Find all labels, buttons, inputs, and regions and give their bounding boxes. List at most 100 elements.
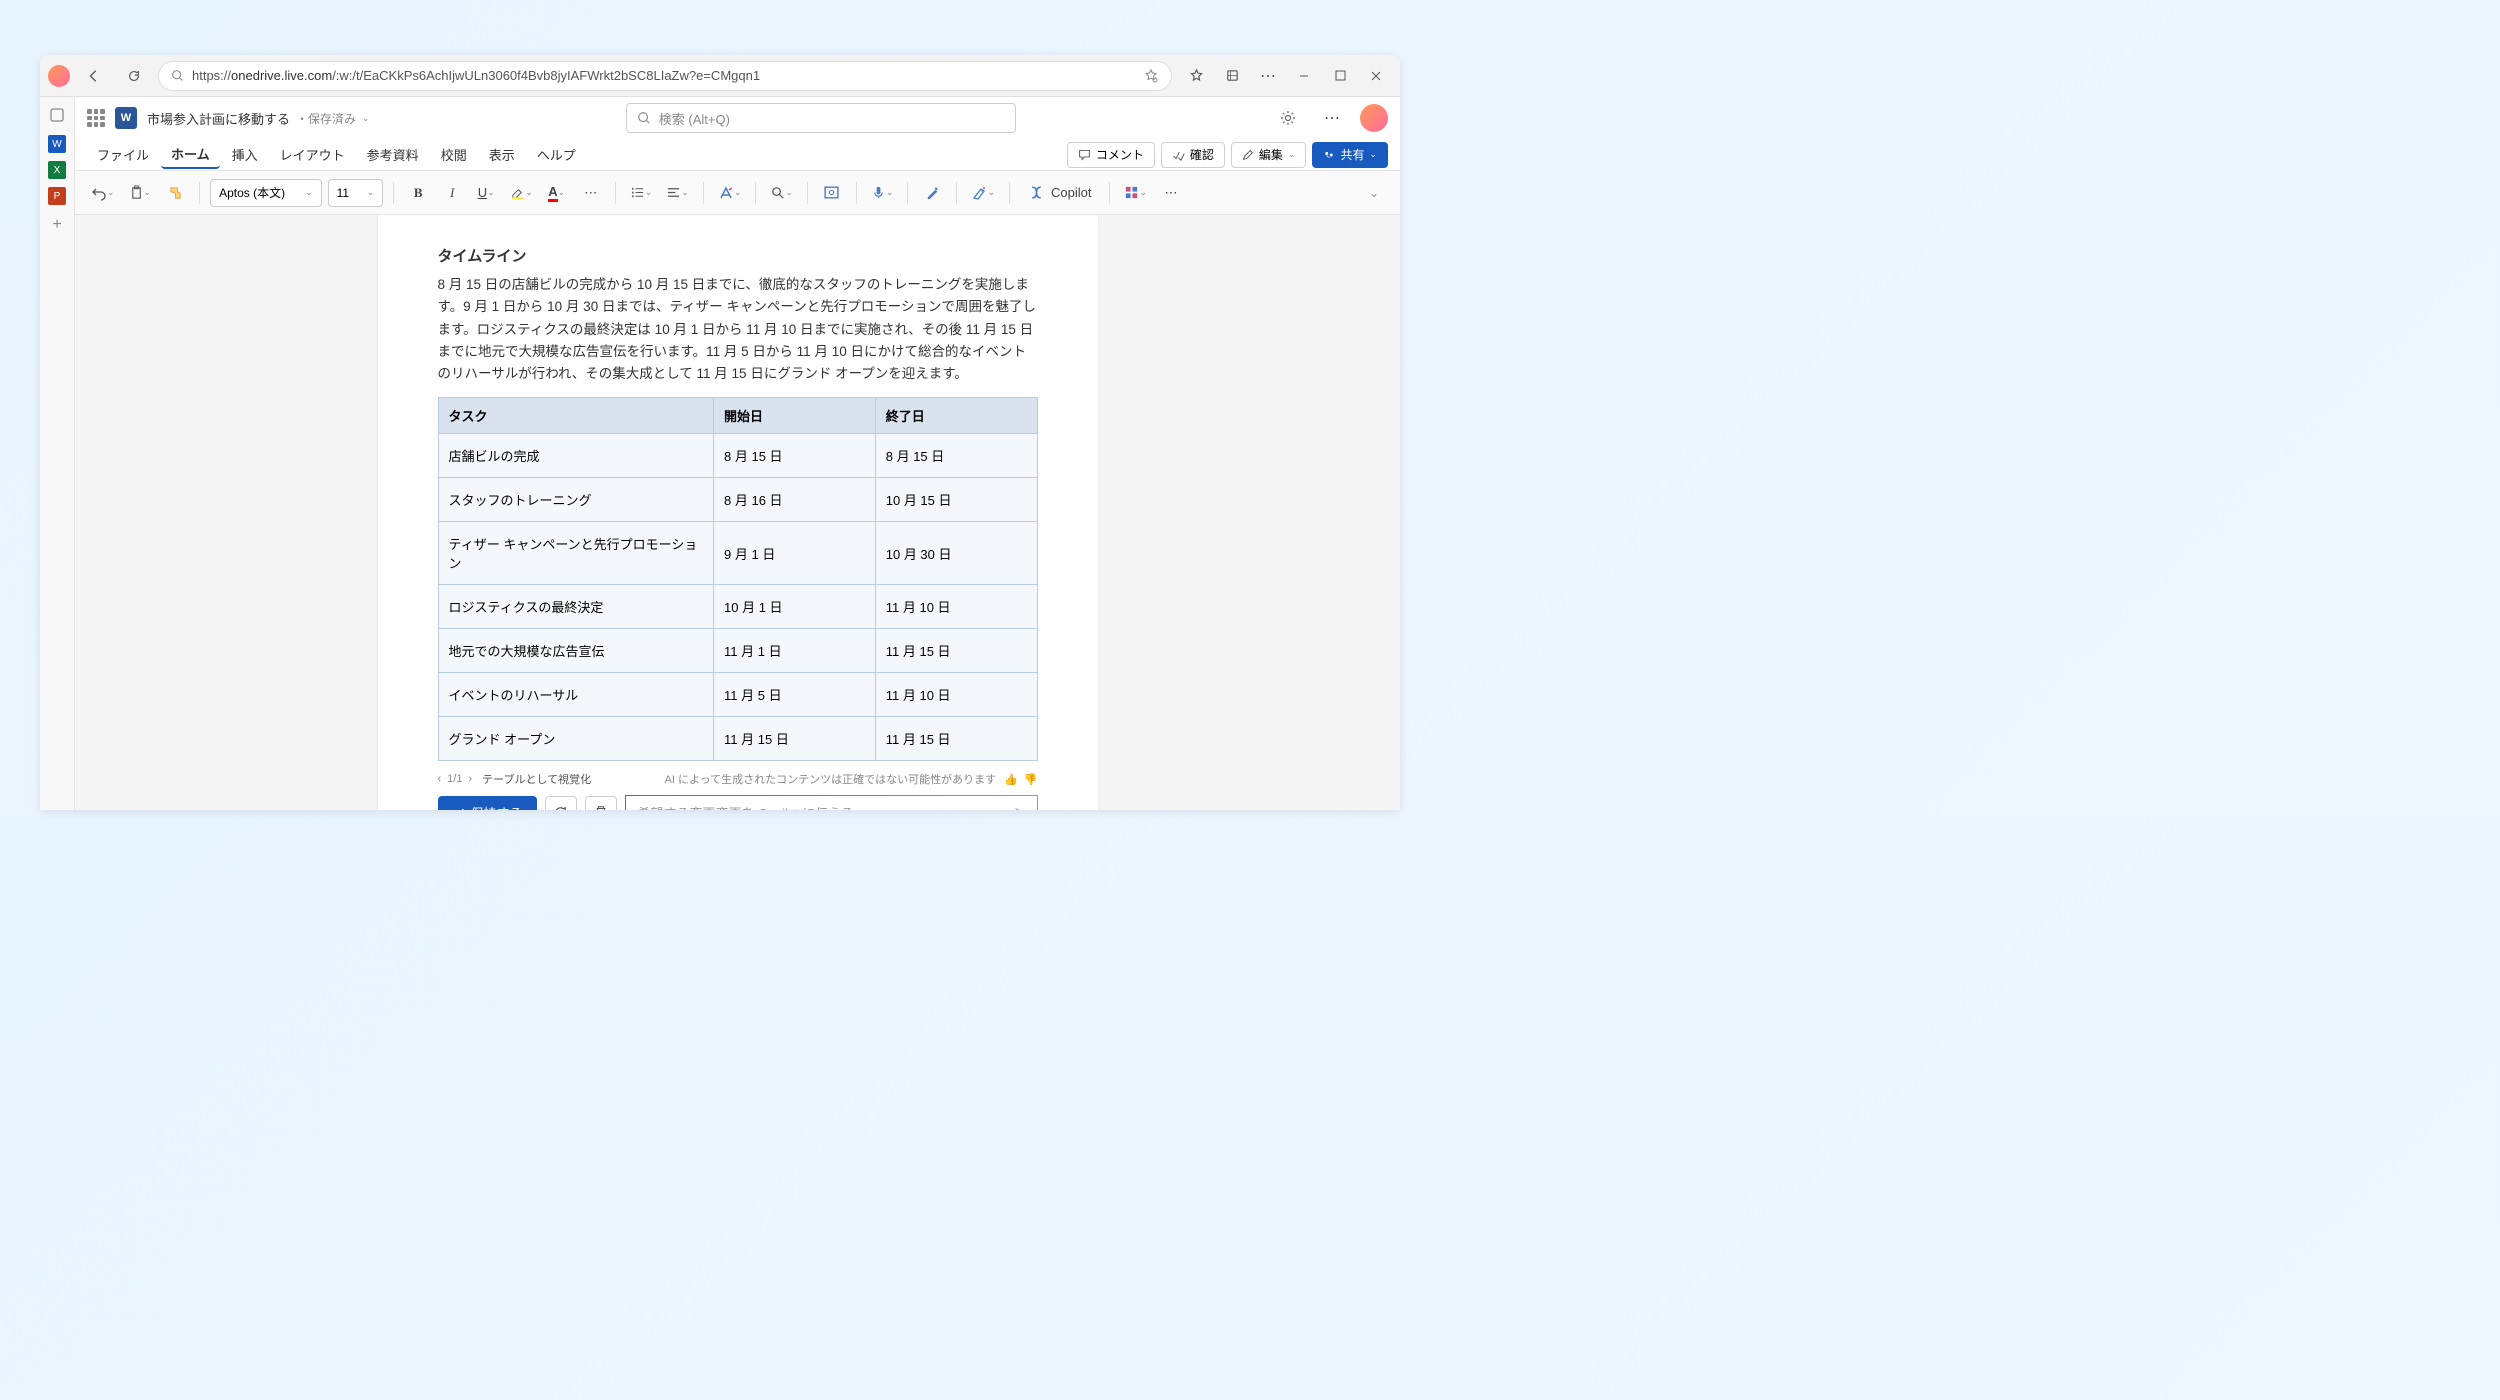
document-title[interactable]: 市場参入計画に移動する ・保存済み ⌄ bbox=[147, 109, 370, 128]
close-button[interactable] bbox=[1360, 60, 1392, 92]
undo-button[interactable]: ⌄ bbox=[87, 179, 119, 207]
settings-icon[interactable] bbox=[1272, 102, 1304, 134]
tab-view[interactable]: 表示 bbox=[479, 141, 525, 168]
table-header-start: 開始日 bbox=[714, 398, 876, 434]
table-cell: 11 月 5 日 bbox=[714, 673, 876, 717]
share-button[interactable]: 共有⌄ bbox=[1312, 142, 1388, 168]
rail-powerpoint-icon[interactable]: P bbox=[48, 187, 66, 205]
collections-icon[interactable] bbox=[1216, 60, 1248, 92]
edit-button[interactable]: 編集⌄ bbox=[1231, 142, 1307, 168]
back-button[interactable] bbox=[78, 60, 110, 92]
regenerate-button[interactable] bbox=[545, 796, 577, 810]
profile-avatar[interactable] bbox=[48, 65, 70, 87]
document-canvas[interactable]: タイムライン 8 月 15 日の店舗ビルの完成から 10 月 15 日までに、徹… bbox=[75, 215, 1400, 810]
refresh-button[interactable] bbox=[118, 60, 150, 92]
align-button[interactable]: ⌄ bbox=[662, 179, 693, 207]
tab-help[interactable]: ヘルプ bbox=[527, 141, 586, 168]
page-indicator: 1/1 bbox=[447, 773, 462, 785]
keep-button[interactable]: 保持する bbox=[438, 796, 537, 810]
save-status: ・保存済み bbox=[296, 110, 356, 127]
delete-button[interactable] bbox=[585, 796, 617, 810]
more-font-icon[interactable]: ⋯ bbox=[577, 179, 605, 207]
format-painter-button[interactable] bbox=[161, 179, 189, 207]
table-row: イベントのリハーサル11 月 5 日11 月 10 日 bbox=[438, 673, 1037, 717]
italic-button[interactable]: I bbox=[438, 179, 466, 207]
reader-icon[interactable] bbox=[1143, 68, 1159, 84]
table-cell: 10 月 30 日 bbox=[875, 522, 1037, 585]
rail-excel-icon[interactable]: X bbox=[48, 161, 66, 179]
word-app-icon: W bbox=[115, 107, 137, 129]
font-color-button[interactable]: A⌄ bbox=[543, 179, 571, 207]
favorites-icon[interactable] bbox=[1180, 60, 1212, 92]
underline-button[interactable]: U⌄ bbox=[472, 179, 500, 207]
comments-button[interactable]: コメント bbox=[1067, 142, 1155, 168]
tab-references[interactable]: 参考資料 bbox=[357, 141, 429, 168]
highlight-button[interactable]: ⌄ bbox=[506, 179, 537, 207]
table-cell: 8 月 15 日 bbox=[714, 434, 876, 478]
prev-suggestion-icon[interactable]: ‹ bbox=[438, 773, 442, 785]
tab-insert[interactable]: 挿入 bbox=[222, 141, 268, 168]
timeline-table: タスク 開始日 終了日 店舗ビルの完成8 月 15 日8 月 15 日スタッフの… bbox=[438, 397, 1038, 761]
ribbon-toolbar: ⌄ ⌄ Aptos (本文)⌄ 11⌄ B I U⌄ ⌄ A⌄ ⋯ ⌄ ⌄ ⌄ … bbox=[75, 171, 1400, 215]
table-cell: 11 月 10 日 bbox=[875, 585, 1037, 629]
user-avatar[interactable] bbox=[1360, 104, 1388, 132]
rail-word-icon[interactable]: W bbox=[48, 135, 66, 153]
more-options-icon[interactable]: ⋯ bbox=[1316, 102, 1348, 134]
confirm-button[interactable]: 確認 bbox=[1161, 142, 1225, 168]
bold-button[interactable]: B bbox=[404, 179, 432, 207]
copilot-action-row: 保持する 希望する変更変更を Copilot に伝える ➤ bbox=[438, 795, 1038, 810]
immersive-reader-button[interactable] bbox=[818, 179, 846, 207]
font-family-select[interactable]: Aptos (本文)⌄ bbox=[210, 179, 322, 207]
more-icon[interactable]: ⋯ bbox=[1252, 60, 1284, 92]
copilot-button[interactable]: Copilot bbox=[1020, 179, 1099, 207]
visualize-label[interactable]: テーブルとして視覚化 bbox=[482, 771, 591, 787]
more-commands-icon[interactable]: ⋯ bbox=[1157, 179, 1185, 207]
table-cell: 8 月 16 日 bbox=[714, 478, 876, 522]
ribbon-collapse-icon[interactable]: ⌄ bbox=[1360, 179, 1388, 207]
table-cell: イベントのリハーサル bbox=[438, 673, 714, 717]
url-text: https://onedrive.live.com/:w:/t/EaCKkPs6… bbox=[192, 68, 1135, 83]
rail-home-icon[interactable] bbox=[45, 103, 69, 127]
table-cell: 店舗ビルの完成 bbox=[438, 434, 714, 478]
next-suggestion-icon[interactable]: › bbox=[468, 773, 472, 785]
copilot-suggestion-bar: ‹ 1/1 › テーブルとして視覚化 AI によって生成されたコンテンツは正確で… bbox=[438, 771, 1038, 787]
thumbs-down-icon[interactable]: 👎 bbox=[1024, 773, 1038, 786]
search-icon bbox=[171, 69, 184, 82]
tab-home[interactable]: ホーム bbox=[161, 140, 220, 169]
thumbs-up-icon[interactable]: 👍 bbox=[1004, 773, 1018, 786]
dictate-button[interactable]: ⌄ bbox=[867, 179, 898, 207]
maximize-button[interactable] bbox=[1324, 60, 1356, 92]
address-bar[interactable]: https://onedrive.live.com/:w:/t/EaCKkPs6… bbox=[158, 61, 1172, 91]
tab-review[interactable]: 校閲 bbox=[431, 141, 477, 168]
send-icon[interactable]: ➤ bbox=[1014, 804, 1025, 810]
table-cell: 11 月 15 日 bbox=[714, 717, 876, 761]
minimize-button[interactable] bbox=[1288, 60, 1320, 92]
designer-button[interactable]: ⌄ bbox=[967, 179, 999, 207]
table-header-task: タスク bbox=[438, 398, 714, 434]
table-cell: 11 月 10 日 bbox=[875, 673, 1037, 717]
table-cell: 11 月 15 日 bbox=[875, 717, 1037, 761]
browser-toolbar: https://onedrive.live.com/:w:/t/EaCKkPs6… bbox=[40, 55, 1400, 97]
paste-button[interactable]: ⌄ bbox=[125, 179, 156, 207]
app-launcher-icon[interactable] bbox=[87, 109, 105, 127]
table-row: スタッフのトレーニング8 月 16 日10 月 15 日 bbox=[438, 478, 1037, 522]
rail-add-icon[interactable]: + bbox=[45, 213, 69, 237]
document-page: タイムライン 8 月 15 日の店舗ビルの完成から 10 月 15 日までに、徹… bbox=[378, 215, 1098, 810]
tab-file[interactable]: ファイル bbox=[87, 141, 159, 168]
table-layout-button[interactable]: ⌄ bbox=[1120, 179, 1151, 207]
find-button[interactable]: ⌄ bbox=[766, 179, 797, 207]
editor-button[interactable] bbox=[918, 179, 946, 207]
font-size-select[interactable]: 11⌄ bbox=[328, 179, 384, 207]
table-row: 店舗ビルの完成8 月 15 日8 月 15 日 bbox=[438, 434, 1037, 478]
table-cell: スタッフのトレーニング bbox=[438, 478, 714, 522]
bullets-button[interactable]: ⌄ bbox=[626, 179, 657, 207]
copilot-text-input[interactable]: 希望する変更変更を Copilot に伝える ➤ bbox=[625, 795, 1038, 810]
styles-button[interactable]: ⌄ bbox=[714, 179, 746, 207]
table-cell: 11 月 1 日 bbox=[714, 629, 876, 673]
search-input[interactable]: 検索 (Alt+Q) bbox=[626, 103, 1016, 133]
chevron-down-icon[interactable]: ⌄ bbox=[362, 113, 370, 124]
search-icon bbox=[637, 111, 651, 125]
ai-disclaimer: AI によって生成されたコンテンツは正確ではない可能性があります bbox=[665, 771, 997, 787]
tab-layout[interactable]: レイアウト bbox=[270, 141, 355, 168]
body-paragraph: 8 月 15 日の店舗ビルの完成から 10 月 15 日までに、徹底的なスタッフ… bbox=[438, 274, 1038, 385]
